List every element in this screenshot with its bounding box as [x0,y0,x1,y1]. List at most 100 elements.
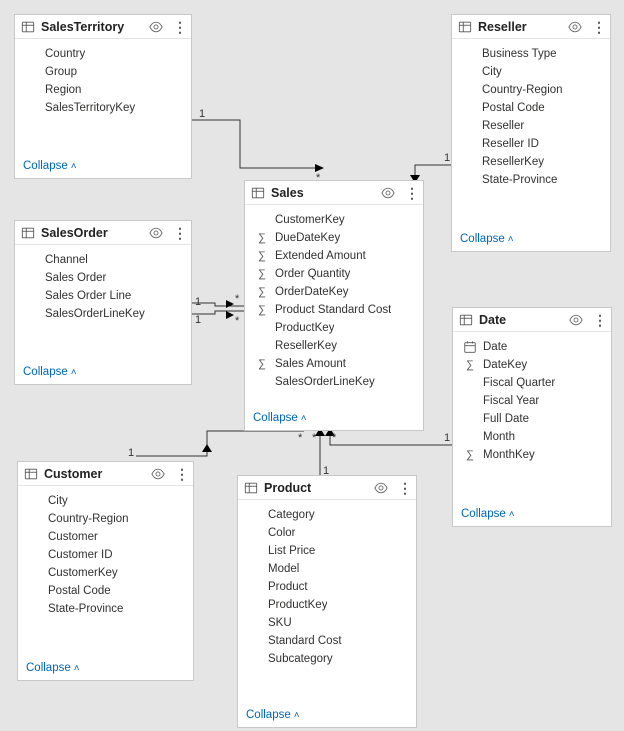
more-options-icon[interactable]: ⋮ [591,313,605,327]
field-label: City [48,495,68,507]
visibility-icon[interactable] [568,20,582,34]
collapse-link[interactable]: Collapse˄ [23,160,77,172]
table-customer[interactable]: Customer ⋮ · City · Country-Region · Cus… [17,461,194,681]
field-row[interactable]: · Model [238,560,416,578]
field-row[interactable]: ∑ Order Quantity [245,265,423,283]
collapse-link[interactable]: Collapse˄ [460,233,514,245]
more-options-icon[interactable]: ⋮ [171,20,185,34]
field-row[interactable]: · Product [238,578,416,596]
field-row[interactable]: · City [452,63,610,81]
card-header: Reseller ⋮ [452,15,610,39]
chevron-up-icon: ˄ [294,710,300,721]
field-row[interactable]: · SalesTerritoryKey [15,99,191,117]
field-row[interactable]: · Fiscal Year [453,392,611,410]
collapse-link[interactable]: Collapse˄ [461,508,515,520]
field-row[interactable]: · Month [453,428,611,446]
field-row[interactable]: · CustomerKey [18,564,193,582]
field-row[interactable]: · Country [15,45,191,63]
field-row[interactable]: · CustomerKey [245,211,423,229]
more-options-icon[interactable]: ⋮ [173,467,187,481]
field-row[interactable]: · Reseller ID [452,135,610,153]
collapse-link[interactable]: Collapse˄ [253,412,307,424]
cardinality-many: * [235,293,239,305]
field-list: · Channel · Sales Order · Sales Order Li… [15,245,191,360]
field-row[interactable]: ∑ Extended Amount [245,247,423,265]
card-footer: Collapse˄ [452,227,610,251]
field-row[interactable]: · Postal Code [18,582,193,600]
table-sales-order[interactable]: SalesOrder ⋮ · Channel · Sales Order · S… [14,220,192,385]
field-label: State-Province [482,174,557,186]
field-row[interactable]: · State-Province [18,600,193,618]
field-row[interactable]: · Fiscal Quarter [453,374,611,392]
visibility-icon[interactable] [151,467,165,481]
field-row[interactable]: · ProductKey [245,319,423,337]
collapse-link[interactable]: Collapse˄ [246,709,300,721]
table-icon [21,20,35,34]
sigma-icon: ∑ [255,232,269,244]
field-row[interactable]: ∑ OrderDateKey [245,283,423,301]
field-row[interactable]: · Business Type [452,45,610,63]
field-row[interactable]: · Sales Order Line [15,287,191,305]
cardinality-many: * [312,432,316,444]
visibility-icon[interactable] [149,20,163,34]
field-row[interactable]: · City [18,492,193,510]
table-icon [459,313,473,327]
table-sales[interactable]: Sales ⋮ · CustomerKey ∑ DueDateKey ∑ Ext… [244,180,424,431]
field-row[interactable]: · Full Date [453,410,611,428]
table-product[interactable]: Product ⋮ · Category · Color · List Pric… [237,475,417,728]
table-date[interactable]: Date ⋮ Date ∑ DateKey · Fiscal Quarter ·… [452,307,612,527]
field-row[interactable]: · Customer [18,528,193,546]
more-options-icon[interactable]: ⋮ [590,20,604,34]
table-icon [244,481,258,495]
field-row[interactable]: · Reseller [452,117,610,135]
field-row[interactable]: · Country-Region [18,510,193,528]
field-row[interactable]: · Channel [15,251,191,269]
field-row[interactable]: · Category [238,506,416,524]
field-row[interactable]: · Region [15,81,191,99]
field-row[interactable]: ∑ DateKey [453,356,611,374]
more-options-icon[interactable]: ⋮ [396,481,410,495]
visibility-icon[interactable] [374,481,388,495]
field-row[interactable]: ∑ DueDateKey [245,229,423,247]
model-diagram-canvas[interactable]: 1 * 1 * 1 1 * * 1 * 1 * 1 * SalesTerrito… [0,0,624,731]
sigma-icon: ∑ [463,359,477,371]
field-row[interactable]: · ResellerKey [452,153,610,171]
field-row[interactable]: ∑ MonthKey [453,446,611,464]
table-sales-territory[interactable]: SalesTerritory ⋮ · Country · Group · Reg… [14,14,192,179]
visibility-icon[interactable] [381,186,395,200]
field-row[interactable]: ∑ Sales Amount [245,355,423,373]
field-row[interactable]: · ResellerKey [245,337,423,355]
more-options-icon[interactable]: ⋮ [403,186,417,200]
field-row[interactable]: · Group [15,63,191,81]
field-row[interactable]: · Subcategory [238,650,416,668]
field-row[interactable]: · Country-Region [452,81,610,99]
field-row[interactable]: Date [453,338,611,356]
field-row[interactable]: · Customer ID [18,546,193,564]
field-row[interactable]: · Standard Cost [238,632,416,650]
visibility-icon[interactable] [149,226,163,240]
chevron-up-icon: ˄ [71,367,77,378]
field-row[interactable]: · List Price [238,542,416,560]
field-label: Channel [45,254,88,266]
field-row[interactable]: · State-Province [452,171,610,189]
field-label: Country [45,48,85,60]
table-icon [251,186,265,200]
field-row[interactable]: · Color [238,524,416,542]
collapse-link[interactable]: Collapse˄ [23,366,77,378]
field-row[interactable]: · Postal Code [452,99,610,117]
visibility-icon[interactable] [569,313,583,327]
field-row[interactable]: · SKU [238,614,416,632]
field-label: Country-Region [482,84,563,96]
table-reseller[interactable]: Reseller ⋮ · Business Type · City · Coun… [451,14,611,252]
field-label: Customer ID [48,549,113,561]
field-row[interactable]: · ProductKey [238,596,416,614]
table-icon [24,467,38,481]
more-options-icon[interactable]: ⋮ [171,226,185,240]
field-row[interactable]: · SalesOrderLineKey [245,373,423,391]
field-row[interactable]: · SalesOrderLineKey [15,305,191,323]
field-row[interactable]: ∑ Product Standard Cost [245,301,423,319]
field-row[interactable]: · Sales Order [15,269,191,287]
field-label: CustomerKey [48,567,118,579]
collapse-link[interactable]: Collapse˄ [26,662,80,674]
card-title: Customer [44,467,145,481]
